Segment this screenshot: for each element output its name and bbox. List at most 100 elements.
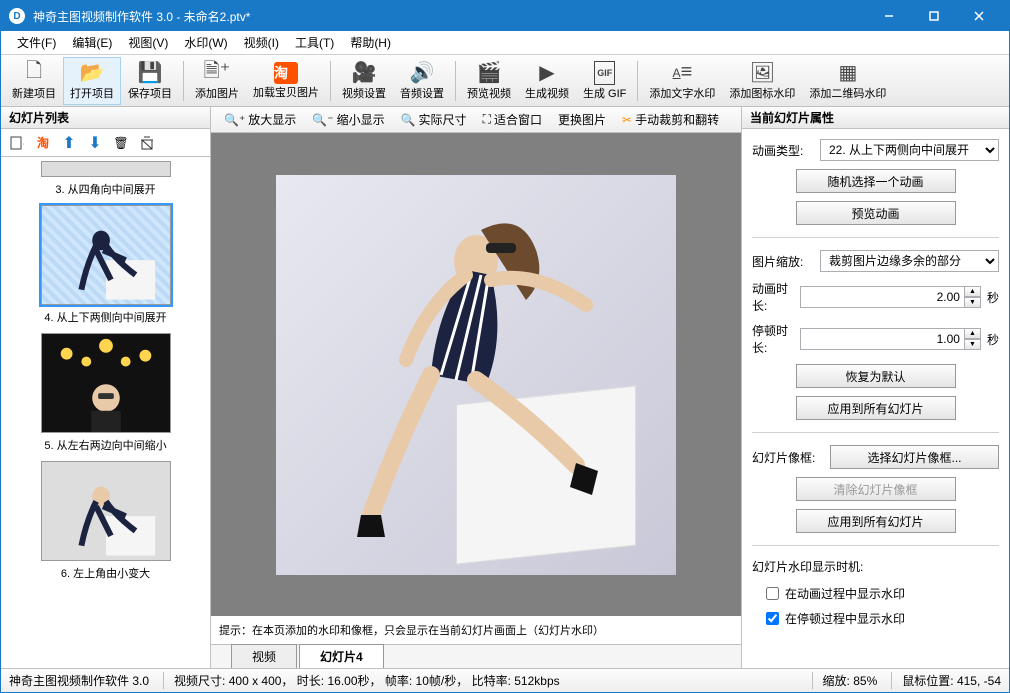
text-watermark-button[interactable]: A≡添加文字水印	[642, 57, 722, 105]
apply-all-slides-button[interactable]: 应用到所有幻灯片	[796, 396, 956, 420]
reset-default-button[interactable]: 恢复为默认	[796, 364, 956, 388]
pause-duration-label: 停顿时长:	[752, 322, 794, 356]
open-project-button[interactable]: 📂打开项目	[63, 57, 121, 105]
fit-window-button[interactable]: ⛶适合窗口	[476, 108, 549, 131]
show-wm-during-pause-checkbox[interactable]: 在停顿过程中显示水印	[766, 610, 999, 627]
anim-type-select[interactable]: 22. 从上下两侧向中间展开	[820, 139, 999, 161]
spin-up-button[interactable]: ▲	[965, 328, 981, 339]
slide-label: 5. 从左右两边向中间缩小	[5, 437, 206, 453]
show-wm-during-anim-checkbox[interactable]: 在动画过程中显示水印	[766, 585, 999, 602]
canvas-area[interactable]	[211, 133, 741, 616]
spin-down-button[interactable]: ▼	[965, 339, 981, 350]
slide-item[interactable]: 5. 从左右两边向中间缩小	[5, 333, 206, 453]
add-image-button[interactable]: 🗎⁺添加图片	[188, 57, 246, 105]
spin-down-button[interactable]: ▼	[965, 297, 981, 308]
workspace: 幻灯片列表 + 淘 ⬆ ⬇ 🗑 3. 从四角向中间展开 4. 从上下两侧向中间展…	[1, 107, 1009, 668]
move-down-button[interactable]: ⬇	[85, 133, 105, 153]
slide-list[interactable]: 3. 从四角向中间展开 4. 从上下两侧向中间展开 5. 从左右两边向中间缩小	[1, 157, 210, 668]
status-mouse-pos: 鼠标位置: 415, -54	[891, 672, 1001, 689]
zoom-in-button[interactable]: 🔍⁺放大显示	[217, 108, 303, 131]
slide-thumbnail	[41, 205, 171, 305]
window-title: 神奇主图视频制作软件 3.0 - 未命名2.ptv*	[33, 8, 866, 25]
icon-watermark-button[interactable]: 🖼添加图标水印	[722, 57, 802, 105]
clear-slides-button[interactable]	[137, 133, 157, 153]
properties-panel: 当前幻灯片属性 动画类型: 22. 从上下两侧向中间展开 随机选择一个动画 预览…	[741, 107, 1009, 668]
preview-anim-button[interactable]: 预览动画	[796, 201, 956, 225]
main-toolbar: 🗋新建项目 📂打开项目 💾保存项目 🗎⁺添加图片 淘加载宝贝图片 🎥视频设置 🔊…	[1, 55, 1009, 107]
add-image-icon: 🗎⁺	[204, 61, 231, 85]
taobao-small-button[interactable]: 淘	[33, 133, 53, 153]
slide-thumbnail	[41, 333, 171, 433]
video-settings-button[interactable]: 🎥视频设置	[335, 57, 393, 105]
menu-help[interactable]: 帮助(H)	[342, 31, 399, 54]
random-anim-button[interactable]: 随机选择一个动画	[796, 169, 956, 193]
anim-type-label: 动画类型:	[752, 142, 814, 159]
menu-edit[interactable]: 编辑(E)	[64, 31, 120, 54]
taobao-icon: 淘	[274, 62, 298, 84]
anim-duration-input[interactable]	[800, 286, 965, 308]
view-toolbar: 🔍⁺放大显示 🔍⁻缩小显示 🔍实际尺寸 ⛶适合窗口 更换图片 ✂手动裁剪和翻转	[211, 107, 741, 133]
hint-text: 提示：在本页添加的水印和像框，只会显示在当前幻灯片画面上（幻灯片水印）	[211, 616, 741, 644]
qrcode-watermark-button[interactable]: ▦添加二维码水印	[802, 57, 893, 105]
image-scale-select[interactable]: 裁剪图片边缘多余的部分	[820, 250, 999, 272]
audio-settings-button[interactable]: 🔊音频设置	[393, 57, 451, 105]
actual-size-button[interactable]: 🔍实际尺寸	[394, 108, 474, 131]
replace-image-button[interactable]: 更换图片	[551, 108, 613, 131]
preview-video-button[interactable]: 🎬预览视频	[460, 57, 518, 105]
preview-icon: 🎬	[477, 61, 502, 85]
watermark-timing-label: 幻灯片水印显示时机:	[752, 558, 999, 575]
slide-thumbnail	[41, 161, 171, 177]
slide-list-toolbar: + 淘 ⬆ ⬇ 🗑	[1, 129, 210, 157]
delete-slide-button[interactable]: 🗑	[111, 133, 131, 153]
apply-all-frame-button[interactable]: 应用到所有幻灯片	[796, 509, 956, 533]
toolbar-separator	[183, 61, 184, 101]
statusbar: 神奇主图视频制作软件 3.0 视频尺寸: 400 x 400， 时长: 16.0…	[1, 668, 1009, 692]
gif-icon: GIF	[594, 61, 615, 85]
properties-title: 当前幻灯片属性	[742, 107, 1009, 129]
zoom-in-icon: 🔍⁺	[224, 113, 245, 127]
toolbar-separator	[455, 61, 456, 101]
menu-view[interactable]: 视图(V)	[120, 31, 176, 54]
file-open-icon: 📂	[80, 61, 105, 85]
menu-watermark[interactable]: 水印(W)	[176, 31, 235, 54]
bottom-tabs: 视频 幻灯片4	[211, 644, 741, 668]
generate-video-button[interactable]: ▶生成视频	[518, 57, 576, 105]
save-project-button[interactable]: 💾保存项目	[121, 57, 179, 105]
model-figure	[276, 175, 676, 575]
video-settings-icon: 🎥	[352, 61, 377, 85]
pause-duration-input[interactable]	[800, 328, 965, 350]
maximize-button[interactable]	[911, 1, 956, 31]
close-button[interactable]	[956, 1, 1001, 31]
slide-list-title: 幻灯片列表	[1, 107, 210, 129]
svg-text:+: +	[23, 137, 24, 150]
save-icon: 💾	[138, 61, 163, 85]
menu-video[interactable]: 视频(I)	[236, 31, 287, 54]
slide-item[interactable]: 6. 左上角由小变大	[5, 461, 206, 581]
qrcode-icon: ▦	[838, 61, 857, 85]
manual-crop-button[interactable]: ✂手动裁剪和翻转	[615, 108, 726, 131]
move-up-button[interactable]: ⬆	[59, 133, 79, 153]
load-taobao-image-button[interactable]: 淘加载宝贝图片	[246, 57, 326, 105]
generate-gif-button[interactable]: GIF生成 GIF	[576, 57, 633, 105]
add-slide-button[interactable]: +	[7, 133, 27, 153]
menu-tools[interactable]: 工具(T)	[287, 31, 342, 54]
tab-slide[interactable]: 幻灯片4	[299, 644, 384, 668]
status-zoom: 缩放: 85%	[812, 672, 878, 689]
file-new-icon: 🗋	[26, 61, 42, 85]
select-frame-button[interactable]: 选择幻灯片像框...	[830, 445, 999, 469]
zoom-out-button[interactable]: 🔍⁻缩小显示	[305, 108, 391, 131]
audio-settings-icon: 🔊	[410, 61, 435, 85]
slide-item-selected[interactable]: 4. 从上下两侧向中间展开	[5, 205, 206, 325]
menu-file[interactable]: 文件(F)	[9, 31, 64, 54]
spin-up-button[interactable]: ▲	[965, 286, 981, 297]
clear-frame-button[interactable]: 清除幻灯片像框	[796, 477, 956, 501]
minimize-button[interactable]	[866, 1, 911, 31]
toolbar-separator	[637, 61, 638, 101]
tab-video[interactable]: 视频	[231, 644, 297, 668]
new-project-button[interactable]: 🗋新建项目	[5, 57, 63, 105]
slide-item[interactable]: 3. 从四角向中间展开	[5, 161, 206, 197]
icon-watermark-icon: 🖼	[750, 61, 775, 85]
actual-size-icon: 🔍	[401, 113, 416, 127]
image-scale-label: 图片缩放:	[752, 253, 814, 270]
status-video-info: 视频尺寸: 400 x 400， 时长: 16.00秒， 帧率: 10帧/秒， …	[163, 672, 560, 689]
